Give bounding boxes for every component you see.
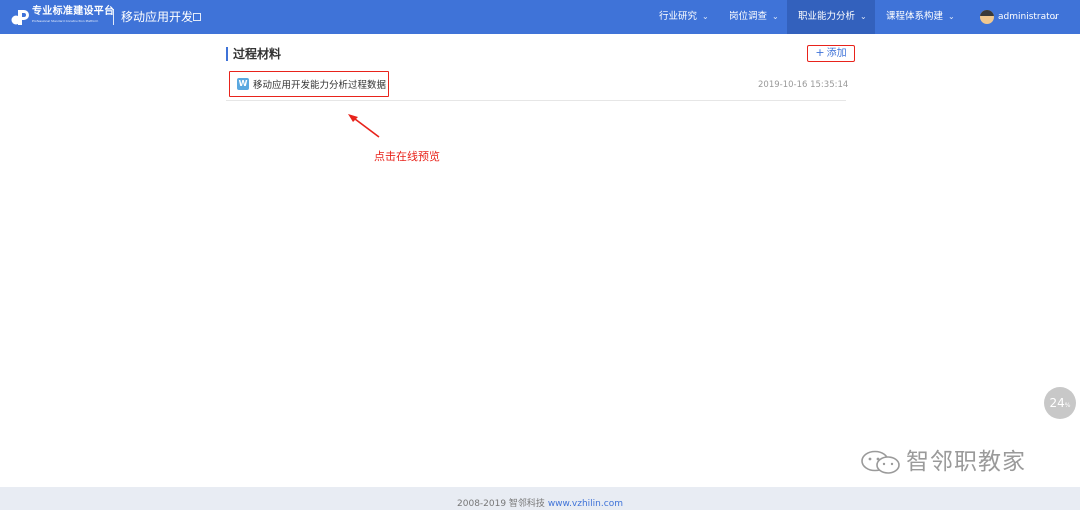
nav-label: 课程体系构建 (886, 11, 944, 22)
file-name-link[interactable]: 移动应用开发能力分析过程数据 (253, 79, 386, 92)
annotation-arrow-icon (348, 114, 380, 138)
nav-label: 职业能力分析 (798, 11, 856, 22)
top-nav-bar: 专业标准建设平台 Professional Standard Construct… (0, 0, 1080, 34)
header-divider (113, 9, 114, 25)
nav-capability-analysis[interactable]: 职业能力分析 ⌄ (787, 0, 875, 34)
chevron-down-icon: ⌄ (702, 12, 709, 21)
badge-unit: % (1064, 402, 1071, 409)
badge-value: 24 (1049, 396, 1065, 410)
chevron-down-icon: ⌄ (1052, 12, 1059, 21)
add-button[interactable]: + 添加 (807, 45, 855, 62)
nav-job-survey[interactable]: 岗位调查 ⌄ (729, 0, 779, 34)
footer: 2008-2019 智邻科技 www.vzhilin.com (0, 487, 1080, 510)
watermark: 智邻职教家 (860, 447, 1050, 477)
progress-badge[interactable]: 24% (1044, 387, 1076, 419)
footer-copyright: 2008-2019 智邻科技 (457, 499, 545, 509)
nav-industry-research[interactable]: 行业研究 ⌄ (659, 0, 709, 34)
plus-icon: + (815, 46, 825, 59)
section-title: 过程材料 (233, 47, 282, 61)
section-title-accent (226, 47, 228, 61)
project-name[interactable]: 移动应用开发 (121, 9, 193, 25)
nav-label: 行业研究 (659, 11, 698, 22)
nav-curriculum-system[interactable]: 课程体系构建 ⌄ (886, 0, 955, 34)
watermark-text: 智邻职教家 (906, 449, 1026, 475)
brand-title: 专业标准建设平台 (32, 6, 115, 17)
footer-link[interactable]: www.vzhilin.com (548, 499, 623, 509)
user-name: administrator (998, 12, 1059, 22)
chevron-down-icon: ⌄ (860, 12, 867, 21)
chevron-down-icon: ⌄ (772, 12, 779, 21)
word-document-icon[interactable]: W (237, 78, 249, 90)
annotation-text: 点击在线预览 (374, 150, 440, 163)
footer-text: 2008-2019 智邻科技 www.vzhilin.com (0, 487, 1080, 521)
avatar (980, 10, 994, 24)
brand-subtitle: Professional Standard Construction Platf… (32, 19, 99, 23)
switch-project-icon[interactable] (193, 13, 201, 21)
platform-logo-icon[interactable] (10, 7, 30, 27)
wechat-icon (861, 450, 900, 474)
add-button-label: 添加 (826, 48, 847, 59)
brand[interactable]: 专业标准建设平台 Professional Standard Construct… (32, 5, 114, 24)
chevron-down-icon: ⌄ (948, 12, 955, 21)
nav-label: 岗位调查 (729, 11, 768, 22)
file-timestamp: 2019-10-16 15:35:14 (758, 80, 849, 90)
